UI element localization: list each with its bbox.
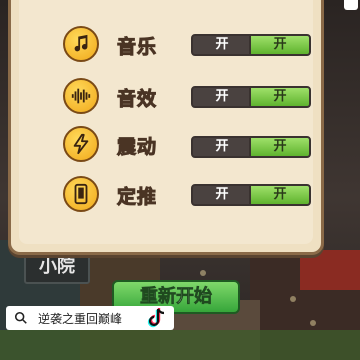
music-note-icon bbox=[63, 26, 99, 62]
tiktok-logo-icon bbox=[147, 308, 165, 328]
lightning-icon bbox=[63, 126, 99, 162]
settings-row-music: 音乐 开 开 bbox=[11, 26, 321, 70]
red-roof bbox=[300, 250, 360, 290]
push-toggle-off[interactable]: 开 bbox=[193, 186, 251, 204]
corner-tab bbox=[344, 0, 358, 10]
push-toggle-on[interactable]: 开 bbox=[249, 186, 309, 204]
decor-dot bbox=[310, 320, 316, 326]
decor-dot bbox=[200, 270, 206, 276]
grass-strip bbox=[0, 330, 360, 360]
sfx-label: 音效 bbox=[116, 88, 158, 111]
sound-wave-icon bbox=[63, 78, 99, 114]
music-label: 音乐 bbox=[116, 36, 158, 59]
settings-row-sfx: 音效 开 开 bbox=[11, 78, 321, 122]
search-icon bbox=[14, 311, 27, 324]
sfx-toggle[interactable]: 开 开 bbox=[191, 86, 311, 108]
settings-row-push: 定推 开 开 bbox=[11, 176, 321, 220]
search-text: 逆袭之重回巅峰 bbox=[38, 312, 123, 326]
vibration-toggle-on[interactable]: 开 bbox=[249, 138, 309, 156]
vibration-toggle[interactable]: 开 开 bbox=[191, 136, 311, 158]
push-toggle[interactable]: 开 开 bbox=[191, 184, 311, 206]
music-toggle-on[interactable]: 开 bbox=[249, 36, 309, 54]
sfx-toggle-off[interactable]: 开 bbox=[193, 88, 251, 106]
music-toggle[interactable]: 开 开 bbox=[191, 34, 311, 56]
sfx-toggle-on[interactable]: 开 bbox=[249, 88, 309, 106]
settings-panel: 音乐 开 开 音效 开 开 震动 开 开 定推 开 开 bbox=[8, 0, 324, 255]
decor-dot bbox=[290, 296, 296, 302]
settings-row-vibration: 震动 开 开 bbox=[11, 126, 321, 170]
phone-icon bbox=[63, 176, 99, 212]
courtyard-sign: 小院 bbox=[24, 250, 90, 284]
music-toggle-off[interactable]: 开 bbox=[193, 36, 251, 54]
push-label: 定推 bbox=[116, 186, 158, 209]
vibration-label: 震动 bbox=[116, 136, 158, 159]
vibration-toggle-off[interactable]: 开 bbox=[193, 138, 251, 156]
